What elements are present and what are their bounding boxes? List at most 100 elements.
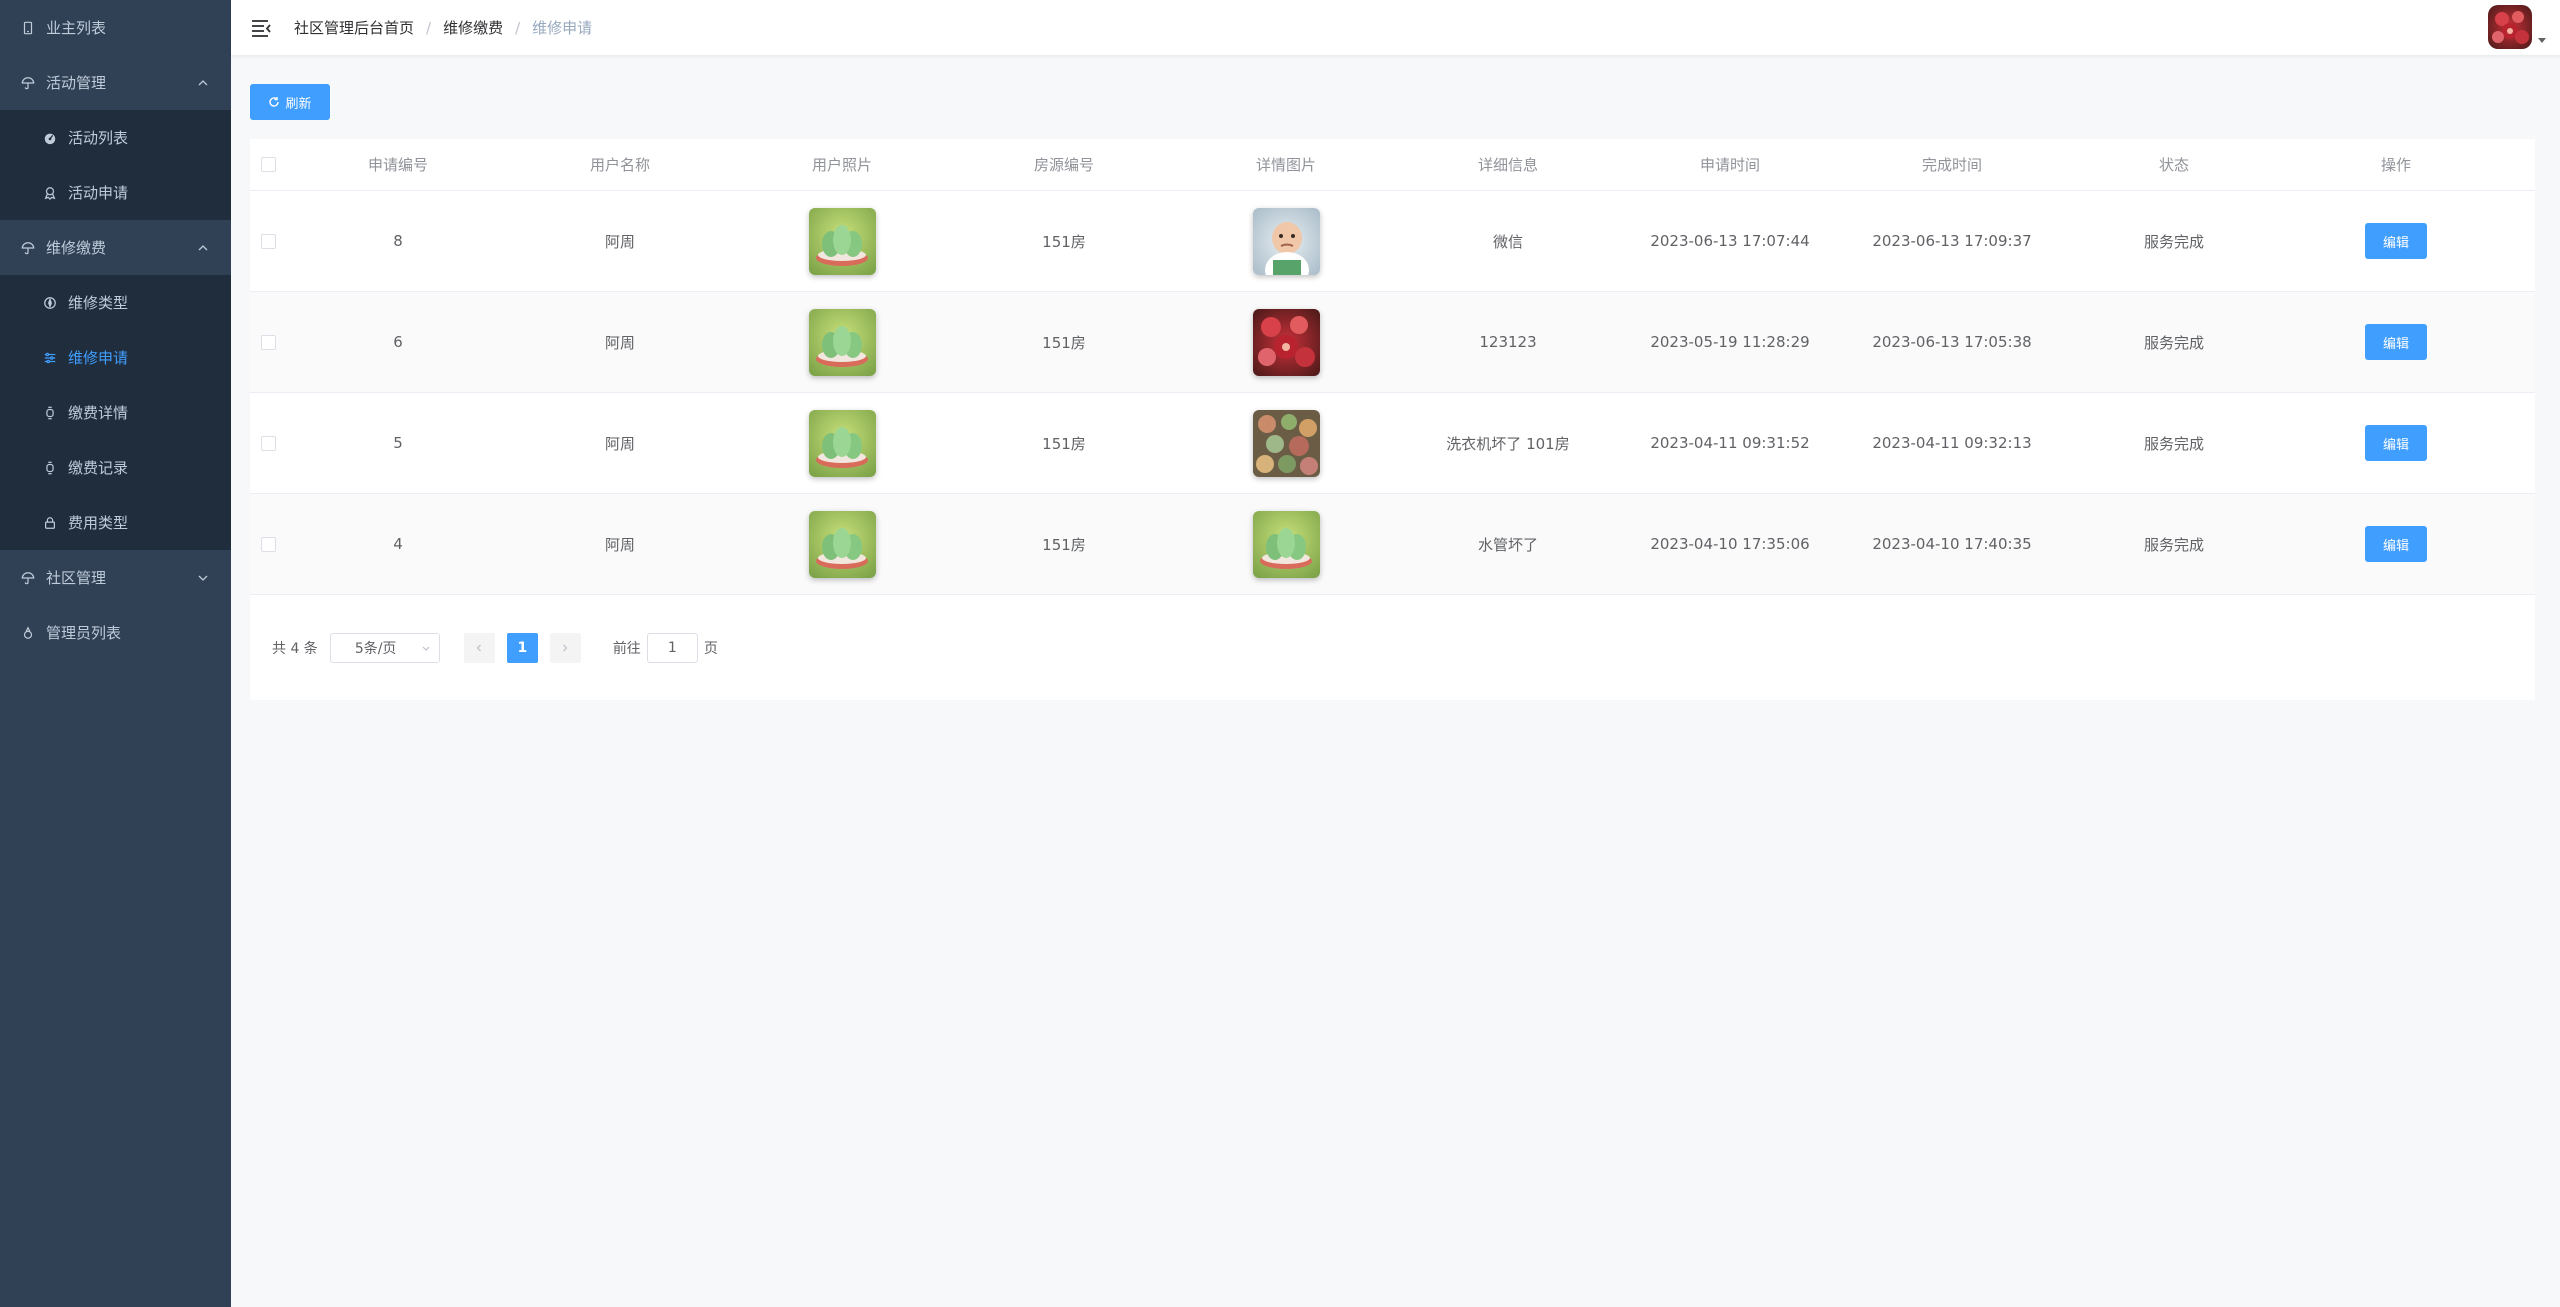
cell-info: 洗衣机坏了 101房 <box>1446 434 1570 453</box>
hamburger-icon[interactable] <box>250 17 272 39</box>
table-row: 4 阿周 151房 水管坏了 2023-04-10 17:35:06 2023-… <box>250 494 2535 595</box>
breadcrumb-separator: / <box>515 18 521 37</box>
sidebar-item-payment-record[interactable]: 缴费记录 <box>0 440 231 495</box>
cell-id: 8 <box>393 232 403 250</box>
detail-image[interactable] <box>1252 510 1320 578</box>
prev-page-button[interactable] <box>463 632 495 663</box>
cell-house: 151房 <box>1042 232 1086 251</box>
cell-apply-time: 2023-04-10 17:35:06 <box>1650 535 1810 553</box>
breadcrumb-repair-payment[interactable]: 维修缴费 <box>443 17 503 38</box>
edit-button[interactable]: 编辑 <box>2365 526 2427 562</box>
medal-icon <box>42 185 58 201</box>
user-dropdown[interactable] <box>2488 5 2546 49</box>
umbrella-icon <box>20 75 36 91</box>
pagination-total: 共 4 条 <box>272 640 318 657</box>
goto-page-input[interactable]: 1 <box>646 632 698 663</box>
refresh-icon <box>269 97 280 107</box>
row-checkbox[interactable] <box>261 435 276 451</box>
breadcrumb: 社区管理后台首页 / 维修缴费 / 维修申请 <box>294 17 592 38</box>
cell-user: 阿周 <box>604 333 635 352</box>
chevron-right-icon <box>563 644 568 651</box>
page-size-value: 5条/页 <box>354 640 397 657</box>
edit-button[interactable]: 编辑 <box>2365 324 2427 360</box>
edit-button[interactable]: 编辑 <box>2365 223 2427 259</box>
umbrella-icon <box>20 240 36 256</box>
top-navbar: 社区管理后台首页 / 维修缴费 / 维修申请 <box>231 0 2560 55</box>
cell-done-time: 2023-04-11 09:32:13 <box>1872 434 2032 452</box>
refresh-label: 刷新 <box>285 96 312 112</box>
goto-suffix: 页 <box>703 640 718 657</box>
lock-icon <box>42 515 58 531</box>
cell-info: 微信 <box>1492 232 1523 251</box>
cell-house: 151房 <box>1042 535 1086 554</box>
cell-user: 阿周 <box>604 232 635 251</box>
row-checkbox[interactable] <box>261 536 276 552</box>
sidebar-item-label: 业主列表 <box>46 19 107 37</box>
cell-status: 服务完成 <box>2143 333 2204 352</box>
breadcrumb-current: 维修申请 <box>532 19 593 37</box>
cell-done-time: 2023-06-13 17:09:37 <box>1872 232 2032 250</box>
row-checkbox[interactable] <box>261 233 276 249</box>
sidebar-item-repair-apply[interactable]: 维修申请 <box>0 330 231 385</box>
cell-apply-time: 2023-04-11 09:31:52 <box>1650 434 1810 452</box>
sidebar-item-fee-type[interactable]: 费用类型 <box>0 495 231 550</box>
sidebar-item-owner-list[interactable]: 业主列表 <box>0 0 231 55</box>
breadcrumb-home[interactable]: 社区管理后台首页 <box>294 17 414 38</box>
cell-status: 服务完成 <box>2143 535 2204 554</box>
cell-user: 阿周 <box>604 535 635 554</box>
umbrella-icon <box>20 570 36 586</box>
detail-image[interactable] <box>1252 207 1320 275</box>
next-page-button[interactable] <box>549 632 581 663</box>
chevron-up-icon <box>198 79 208 85</box>
sidebar-item-activity-list[interactable]: 活动列表 <box>0 110 231 165</box>
chevron-down-icon <box>198 575 208 581</box>
tablet-icon <box>20 20 36 36</box>
col-header: 详情图片 <box>1255 156 1316 174</box>
dashboard-icon <box>42 130 58 146</box>
page-jumper: 前往 1 页 <box>613 632 718 663</box>
user-photo[interactable] <box>808 409 876 477</box>
avatar[interactable] <box>2488 5 2532 49</box>
sidebar-item-repair-payment[interactable]: 维修缴费 <box>0 220 231 275</box>
sidebar-item-community-management[interactable]: 社区管理 <box>0 550 231 605</box>
col-header: 详细信息 <box>1477 156 1538 174</box>
sidebar-item-repair-type[interactable]: 维修类型 <box>0 275 231 330</box>
refresh-button[interactable]: 刷新 <box>250 84 330 120</box>
cell-apply-time: 2023-06-13 17:07:44 <box>1650 232 1810 250</box>
cell-done-time: 2023-04-10 17:40:35 <box>1872 535 2032 553</box>
edit-button[interactable]: 编辑 <box>2365 425 2427 461</box>
table-header: 申请编号 用户名称 用户照片 房源编号 详情图片 详细信息 申请时间 完成时间 … <box>250 139 2535 191</box>
sidebar-item-label: 活动列表 <box>68 129 129 147</box>
sidebar-item-admin-list[interactable]: 管理员列表 <box>0 605 231 660</box>
row-checkbox[interactable] <box>261 334 276 350</box>
detail-image[interactable] <box>1252 409 1320 477</box>
watch-icon <box>42 405 58 421</box>
sidebar-item-label: 维修申请 <box>68 349 129 367</box>
user-photo[interactable] <box>808 308 876 376</box>
breadcrumb-separator: / <box>426 18 432 37</box>
detail-image[interactable] <box>1252 308 1320 376</box>
user-photo[interactable] <box>808 207 876 275</box>
user-photo[interactable] <box>808 510 876 578</box>
page-number-current[interactable]: 1 <box>506 632 538 663</box>
cell-apply-time: 2023-05-19 11:28:29 <box>1650 333 1810 351</box>
cell-user: 阿周 <box>604 434 635 453</box>
sidebar-item-label: 管理员列表 <box>46 624 122 642</box>
table-row: 5 阿周 151房 洗衣机坏了 101房 2023-04-11 09:31:52… <box>250 393 2535 494</box>
chevron-up-icon <box>198 244 208 250</box>
submenu-repair: 维修类型 维修申请 缴费详情 缴费记录 费用类型 <box>0 275 231 550</box>
sidebar-item-payment-detail[interactable]: 缴费详情 <box>0 385 231 440</box>
cell-info: 123123 <box>1479 333 1537 351</box>
sidebar: 业主列表 活动管理 活动列表 活动申请 维修缴费 维修类型 维修申请 缴费详情 … <box>0 0 231 1307</box>
sidebar-item-activity-management[interactable]: 活动管理 <box>0 55 231 110</box>
main-content: 刷新 申请编号 用户名称 用户照片 房源编号 详情图片 详细信息 申请时间 完成… <box>231 55 2560 1307</box>
cell-id: 5 <box>393 434 403 452</box>
sliders-icon <box>42 350 58 366</box>
sidebar-item-activity-apply[interactable]: 活动申请 <box>0 165 231 220</box>
page-size-select[interactable]: 5条/页 <box>329 632 440 663</box>
select-all-checkbox[interactable] <box>261 157 276 172</box>
compass-icon <box>42 295 58 311</box>
sidebar-item-label: 社区管理 <box>46 569 107 587</box>
cell-status: 服务完成 <box>2143 434 2204 453</box>
cell-id: 6 <box>393 333 403 351</box>
